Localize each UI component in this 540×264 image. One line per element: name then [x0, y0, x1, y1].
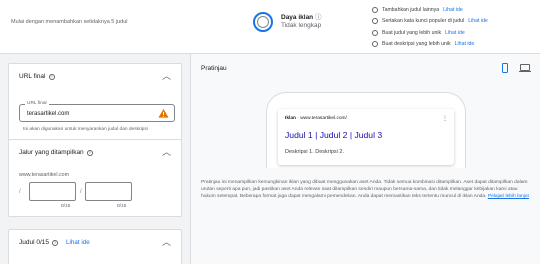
info-icon[interactable]: ⓘ — [315, 14, 322, 21]
preview-disclaimer: Pratinjau ini menampilkan kemungkinan ik… — [201, 180, 529, 200]
ad-form-column: URL final? ︿ URL final terasartikel.com … — [0, 54, 190, 264]
help-icon[interactable]: ? — [52, 239, 58, 246]
view-ideas-link[interactable]: Lihat ide — [443, 7, 463, 13]
display-path-card: Jalur yang ditampilkan? ︿ www.terasartik… — [8, 139, 182, 217]
ad-strength-checklist: Tambahkan judul lainnya Lihat ide Sertaka… — [372, 4, 488, 50]
preview-panel: Pratinjau Iklan · www.terasartikel.com/ … — [191, 54, 540, 264]
path2-input[interactable] — [85, 182, 132, 201]
view-ideas-link[interactable]: Lihat ide — [445, 30, 465, 36]
path2-char-count: 0/15 — [117, 204, 127, 209]
ad-strength-indicator: Daya iklan ⓘ Tidak lengkap — [253, 12, 321, 32]
ad-strength-ring-icon — [253, 12, 273, 32]
unchecked-circle-icon — [372, 41, 378, 48]
learn-more-link[interactable]: Pelajari lebih lanjut — [488, 194, 529, 199]
help-icon[interactable]: ? — [48, 73, 55, 80]
path1-input[interactable] — [29, 182, 76, 201]
warning-icon — [158, 108, 169, 118]
collapse-chevron-icon[interactable]: ︿ — [162, 238, 171, 247]
path-separator: / — [19, 189, 21, 195]
view-ideas-link[interactable]: Lihat ide — [468, 18, 488, 24]
ad-headline: Judul 1 | Judul 2 | Judul 3 — [285, 130, 383, 140]
checklist-item: Buat deskripsi yang lebih unik Lihat ide — [372, 39, 488, 51]
ad-label: Iklan — [285, 116, 296, 121]
display-path-title: Jalur yang ditampilkan — [19, 149, 84, 156]
mobile-device-icon[interactable] — [502, 63, 508, 73]
unchecked-circle-icon — [372, 6, 378, 13]
ad-preview-card: Iklan · www.terasartikel.com/ ⋮ Judul 1 … — [278, 109, 454, 165]
view-ideas-link[interactable]: Lihat ide — [455, 41, 475, 47]
checklist-item: Tambahkan judul lainnya Lihat ide — [372, 4, 488, 16]
ad-description: Deskripsi 1. Deskripsi 2. — [285, 149, 344, 155]
final-url-field-label: URL final — [25, 101, 49, 106]
checklist-item: Sertakan kata kunci populer di judul Liha… — [372, 16, 488, 28]
collapse-chevron-icon[interactable]: ︿ — [162, 72, 171, 81]
ad-strength-banner: Mulai dengan menambahkan setidaknya 5 ju… — [0, 0, 540, 54]
unchecked-circle-icon — [372, 18, 378, 25]
final-url-hint: Ini akan digunakan untuk menyarankan jud… — [23, 127, 148, 132]
path-separator: / — [80, 189, 82, 195]
final-url-title: URL final — [19, 73, 46, 80]
final-url-field[interactable]: URL final terasartikel.com — [19, 101, 175, 122]
headlines-card: Judul 0/15? Lihat ide ︿ — [8, 229, 182, 264]
desktop-device-icon[interactable] — [519, 64, 531, 73]
help-icon[interactable]: ? — [86, 149, 93, 156]
display-domain: www.terasartikel.com — [19, 172, 70, 178]
path1-char-count: 0/15 — [61, 204, 71, 209]
ad-strength-label: Daya iklan — [281, 13, 314, 21]
ad-strength-value: Tidak lengkap — [281, 22, 322, 29]
preview-title: Pratinjau — [201, 65, 227, 72]
checklist-item: Buat judul yang lebih unik Lihat ide — [372, 27, 488, 39]
collapse-chevron-icon[interactable]: ︿ — [162, 148, 171, 157]
final-url-value[interactable]: terasartikel.com — [27, 111, 69, 117]
ad-display-url: www.terasartikel.com/ — [300, 116, 347, 121]
unchecked-circle-icon — [372, 29, 378, 36]
headline-ideas-link[interactable]: Lihat ide — [66, 239, 90, 246]
final-url-card: URL final? ︿ URL final terasartikel.com … — [8, 63, 182, 147]
banner-tip: Mulai dengan menambahkan setidaknya 5 ju… — [11, 19, 128, 25]
more-vert-icon[interactable]: ⋮ — [442, 115, 448, 122]
headlines-title: Judul 0/15 — [19, 239, 49, 246]
